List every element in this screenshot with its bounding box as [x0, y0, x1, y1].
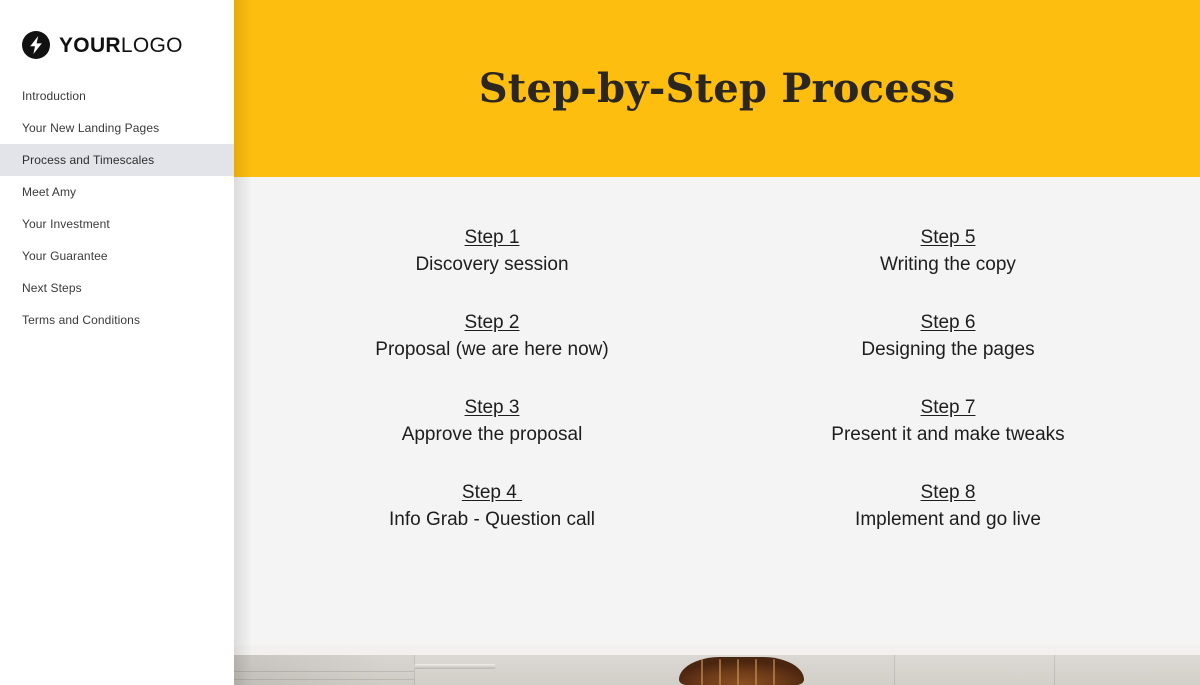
step-title: Step 2: [464, 311, 520, 333]
step-title: Step 3: [464, 396, 520, 418]
step-card-2: Step 2 Proposal (we are here now): [264, 310, 720, 395]
photo-seam: [414, 655, 415, 685]
sidebar-item-label: Process and Timescales: [22, 153, 155, 167]
step-description: Proposal (we are here now): [375, 338, 609, 360]
lightning-bolt-icon: [22, 31, 50, 59]
sidebar-item-your-new-landing-pages[interactable]: Your New Landing Pages: [0, 112, 234, 144]
photo-cabinet-line: [234, 671, 414, 672]
sidebar: YOURLOGO Introduction Your New Landing P…: [0, 0, 234, 685]
photo-seam: [1054, 655, 1055, 685]
step-description: Info Grab - Question call: [389, 508, 595, 530]
sidebar-item-label: Your Investment: [22, 217, 110, 231]
main-content: Step-by-Step Process Step 1 Discovery se…: [234, 0, 1200, 685]
photo-cabinet-right: [894, 655, 1200, 685]
sidebar-item-process-and-timescales[interactable]: Process and Timescales: [0, 144, 234, 176]
sidebar-nav: Introduction Your New Landing Pages Proc…: [0, 80, 234, 336]
step-title: Step 5: [920, 227, 976, 248]
sidebar-item-label: Terms and Conditions: [22, 313, 141, 327]
step-description: Present it and make tweaks: [831, 423, 1065, 445]
step-card-1: Step 1 Discovery session: [264, 225, 720, 310]
page-title: Step-by-Step Process: [478, 64, 956, 112]
step-title: Step 1: [464, 227, 520, 248]
sidebar-item-label: Meet Amy: [22, 185, 77, 199]
photo-cabinet-line: [234, 679, 414, 680]
step-description: Approve the proposal: [401, 423, 583, 445]
photo-cabinet-left: [234, 655, 414, 685]
step-title: Step 6: [920, 311, 976, 333]
page-banner: Step-by-Step Process: [234, 0, 1200, 177]
step-card-5: Step 5 Writing the copy: [720, 225, 1176, 310]
sidebar-item-terms-and-conditions[interactable]: Terms and Conditions: [0, 304, 234, 336]
sidebar-item-meet-amy[interactable]: Meet Amy: [0, 176, 234, 208]
sidebar-item-next-steps[interactable]: Next Steps: [0, 272, 234, 304]
photo-cabinet-handle: [414, 664, 496, 669]
sidebar-item-label: Your New Landing Pages: [22, 121, 160, 135]
photo-wall: [234, 645, 1200, 655]
step-description: Writing the copy: [880, 253, 1016, 275]
sidebar-item-label: Next Steps: [22, 281, 82, 295]
logo-text: YOURLOGO: [59, 35, 183, 56]
photo-seam: [894, 655, 895, 685]
step-card-8: Step 8 Implement and go live: [720, 480, 1176, 565]
sidebar-item-label: Introduction: [22, 89, 86, 103]
logo-text-light: LOGO: [120, 33, 183, 57]
step-title: Step 8: [920, 481, 976, 503]
step-description: Discovery session: [415, 253, 569, 275]
steps-section: Step 1 Discovery session Step 5 Writing …: [234, 177, 1200, 645]
step-card-6: Step 6 Designing the pages: [720, 310, 1176, 395]
sidebar-item-introduction[interactable]: Introduction: [0, 80, 234, 112]
sidebar-item-your-investment[interactable]: Your Investment: [0, 208, 234, 240]
step-title: Step 7: [920, 396, 976, 418]
kitchen-interior-photo: [234, 645, 1200, 685]
page-root: YOURLOGO Introduction Your New Landing P…: [0, 0, 1200, 685]
logo-text-bold: YOUR: [59, 33, 121, 57]
step-card-7: Step 7 Present it and make tweaks: [720, 395, 1176, 480]
step-card-3: Step 3 Approve the proposal: [264, 395, 720, 480]
step-title: Step 4: [461, 481, 523, 503]
sidebar-item-label: Your Guarantee: [22, 249, 108, 263]
step-description: Implement and go live: [855, 508, 1041, 530]
photo-cabinet-mid: [414, 655, 894, 685]
logo[interactable]: YOURLOGO: [0, 0, 234, 64]
photo-person-head: [679, 657, 804, 685]
step-description: Designing the pages: [861, 338, 1035, 360]
steps-grid: Step 1 Discovery session Step 5 Writing …: [234, 225, 1200, 565]
sidebar-item-your-guarantee[interactable]: Your Guarantee: [0, 240, 234, 272]
step-card-4: Step 4 Info Grab - Question call: [264, 480, 720, 565]
